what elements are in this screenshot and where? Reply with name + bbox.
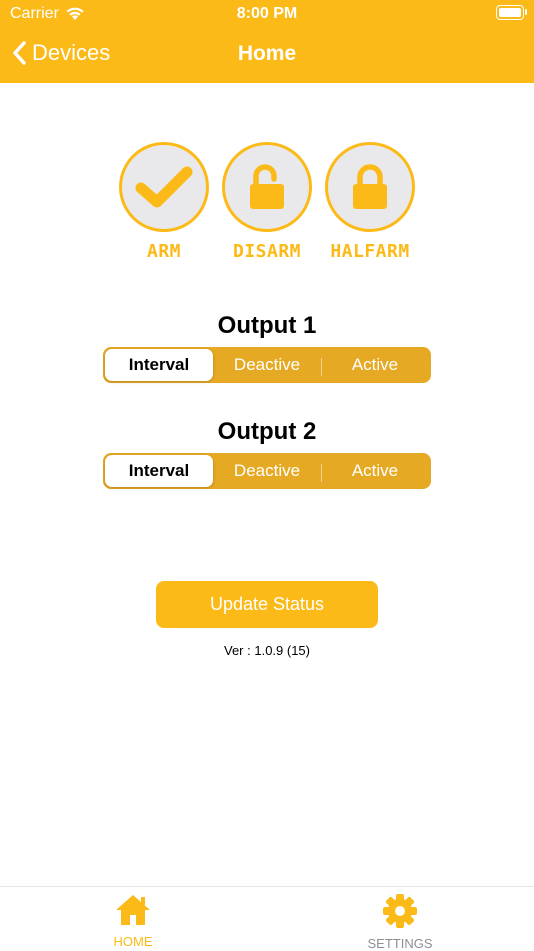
check-icon <box>135 166 193 208</box>
output-2-title: Output 2 <box>217 418 317 445</box>
lock-icon <box>353 164 387 209</box>
disarm-label: DISARM <box>232 241 302 262</box>
tab-settings-label: SETTINGS <box>367 936 433 951</box>
output-1-segmented-control: Interval Deactive Active <box>103 347 431 383</box>
disarm-circle <box>222 142 312 232</box>
output-2-segment-interval[interactable]: Interval <box>105 455 213 487</box>
output-2-segment-deactive[interactable]: Deactive <box>213 455 321 487</box>
arm-circle <box>119 142 209 232</box>
status-bar: Carrier 8:00 PM <box>0 0 534 28</box>
halfarm-button[interactable]: HALFARM <box>325 142 415 262</box>
halfarm-label: HALFARM <box>330 241 410 262</box>
output-1-title: Output 1 <box>217 312 317 339</box>
disarm-button[interactable]: DISARM <box>222 142 312 262</box>
gear-icon <box>383 894 417 928</box>
page-title: Home <box>237 42 297 65</box>
halfarm-circle <box>325 142 415 232</box>
unlock-icon <box>250 164 284 209</box>
output-1-segment-deactive[interactable]: Deactive <box>213 349 321 381</box>
update-status-button[interactable]: Update Status <box>156 581 378 628</box>
tab-home[interactable]: HOME <box>73 893 193 949</box>
output-2-segmented-control: Interval Deactive Active <box>103 453 431 489</box>
arm-button[interactable]: ARM <box>119 142 209 262</box>
home-icon <box>116 895 150 925</box>
output-2-segment-active[interactable]: Active <box>321 455 429 487</box>
arm-label: ARM <box>146 241 181 262</box>
version-label: Ver : 1.0.9 (15) <box>224 643 310 658</box>
battery-icon <box>496 5 527 20</box>
navigation-bar: Carrier 8:00 PM Devices Home <box>0 0 534 83</box>
output-1-segment-active[interactable]: Active <box>321 349 429 381</box>
clock: 8:00 PM <box>236 5 298 22</box>
output-1-segment-interval[interactable]: Interval <box>105 349 213 381</box>
tab-bar: HOME SETTINGS <box>0 886 534 951</box>
tab-settings[interactable]: SETTINGS <box>340 893 460 951</box>
tab-home-label: HOME <box>113 934 153 949</box>
